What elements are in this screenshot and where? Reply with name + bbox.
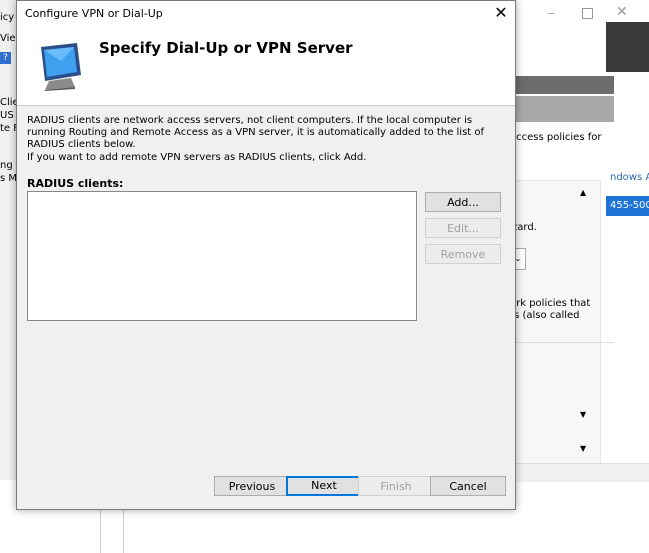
bg-subheader-bar — [500, 96, 614, 122]
bg-link[interactable]: ndows A — [610, 172, 649, 183]
background-window-right: – ✕ access policies for ndows A 455-500 … — [500, 0, 649, 553]
bg-fragment: Vie — [0, 33, 16, 44]
radius-clients-label: RADIUS clients: — [27, 177, 124, 190]
dropdown-arrow-icon[interactable]: ▼ — [580, 444, 586, 453]
cancel-button[interactable]: Cancel — [430, 476, 506, 496]
finish-button[interactable]: Finish — [358, 476, 434, 496]
help-icon: ? — [0, 52, 11, 64]
bg-text: access policies for — [510, 132, 602, 143]
bg-fragment: icy — [0, 12, 15, 23]
bg-text-block: ork policies that rs (also called — [510, 298, 590, 322]
dropdown-arrow-icon[interactable]: ▼ — [580, 410, 586, 419]
configure-vpn-dialog: Configure VPN or Dial-Up ✕ Specify Dial-… — [16, 0, 516, 510]
wizard-header: Specify Dial-Up or VPN Server — [17, 27, 515, 106]
close-icon[interactable]: ✕ — [616, 4, 628, 20]
maximize-icon[interactable] — [582, 8, 593, 19]
collapse-arrow-icon[interactable]: ▲ — [580, 188, 586, 197]
close-button[interactable]: ✕ — [487, 1, 515, 27]
description-text: RADIUS clients are network access server… — [27, 115, 485, 150]
bg-text: rs (also called — [510, 310, 580, 321]
computer-monitor-icon — [41, 43, 81, 91]
next-button[interactable]: Next — [286, 476, 362, 496]
bg-selected-item[interactable]: 455-500 — [606, 196, 649, 216]
divider — [510, 342, 614, 343]
remove-button[interactable]: Remove — [425, 244, 501, 264]
previous-button[interactable]: Previous — [214, 476, 290, 496]
bg-fragment: s M — [0, 173, 18, 184]
bg-fragment: ng — [0, 160, 13, 171]
bg-status-bar — [500, 463, 649, 482]
add-button[interactable]: Add... — [425, 192, 501, 212]
bg-header-bar — [500, 76, 614, 94]
dialog-title-bar: Configure VPN or Dial-Up ✕ — [17, 1, 515, 27]
radius-clients-list[interactable] — [27, 191, 417, 321]
edit-button[interactable]: Edit... — [425, 218, 501, 238]
background-window-left: icy Vie ? Clie US C te F ng s M — [0, 0, 24, 480]
bg-text: ork policies that — [510, 298, 591, 309]
bg-dark-panel — [606, 22, 649, 72]
page-title: Specify Dial-Up or VPN Server — [99, 39, 353, 57]
dialog-title: Configure VPN or Dial-Up — [25, 7, 163, 20]
instruction-text: If you want to add remote VPN servers as… — [27, 152, 367, 163]
minimize-icon[interactable]: – — [548, 6, 560, 21]
